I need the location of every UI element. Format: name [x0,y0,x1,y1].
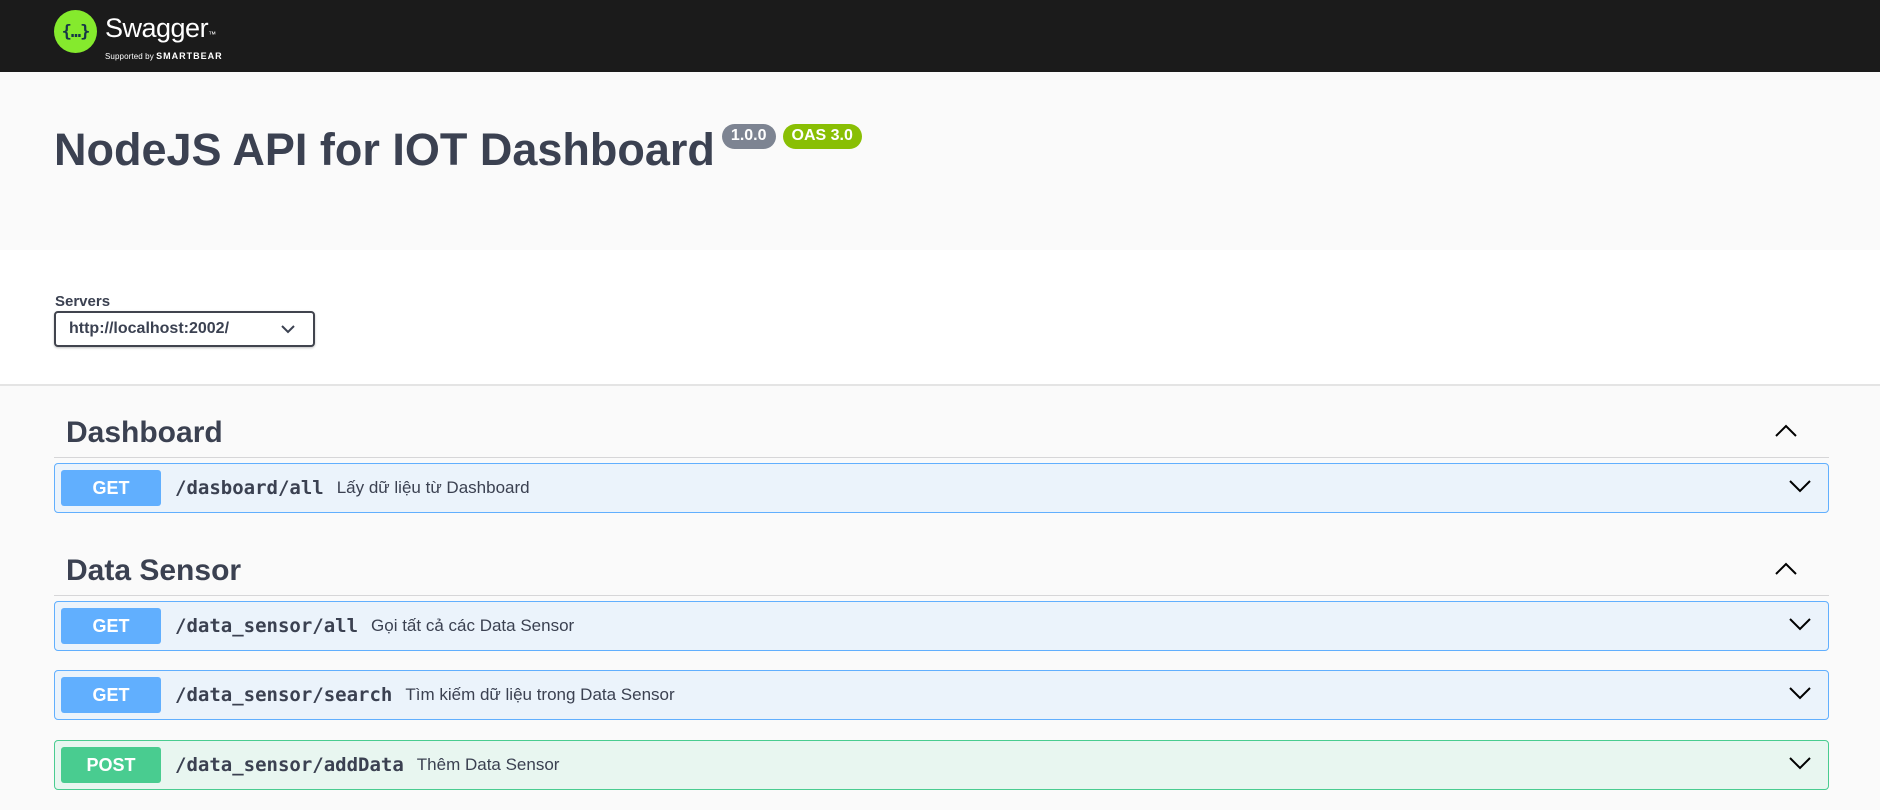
operation-get-dasboard-all[interactable]: GET /dasboard/all Lấy dữ liệu từ Dashboa… [54,463,1829,513]
tag-data-sensor[interactable]: Data Sensor [54,544,1829,596]
operation-summary: Lấy dữ liệu từ Dashboard [336,478,530,497]
servers-label: Servers [55,293,111,310]
chevron-down-icon [281,325,295,334]
tag-title: Dashboard [66,416,223,449]
operation-summary: Tìm kiếm dữ liệu trong Data Sensor [405,685,675,704]
operation-get-data-sensor-all[interactable]: GET /data_sensor/all Gọi tất cả các Data… [54,601,1829,651]
server-select[interactable]: http://localhost:2002/ [54,311,315,347]
chevron-up-icon[interactable] [1774,424,1798,438]
logo-tm: ™ [208,30,216,39]
operation-path: /dasboard/all [175,477,324,499]
chevron-down-icon[interactable] [1788,617,1812,631]
topbar: {…} Swagger™ Supported by SMARTBEAR [0,0,1880,72]
server-select-value: http://localhost:2002/ [69,320,230,337]
chevron-up-icon[interactable] [1774,562,1798,576]
swagger-logo-icon: {…} [54,10,97,53]
method-badge: GET [61,677,161,713]
operation-path: /data_sensor/all [175,615,359,637]
logo-sub-brand: SMARTBEAR [156,51,223,61]
tag-dashboard[interactable]: Dashboard [54,406,1829,458]
logo-glyph: {…} [61,21,91,42]
method-badge: GET [61,470,161,506]
operation-post-data-sensor-adddata[interactable]: POST /data_sensor/addData Thêm Data Sens… [54,740,1829,790]
oas-badge: OAS 3.0 [782,124,862,149]
operation-summary: Gọi tất cả các Data Sensor [371,616,575,635]
info-section: NodeJS API for IOT Dashboard 1.0.0 OAS 3… [0,72,1880,250]
api-title: NodeJS API for IOT Dashboard [54,124,715,175]
chevron-down-icon[interactable] [1788,756,1812,770]
method-badge: GET [61,608,161,644]
operation-path: /data_sensor/search [175,684,393,706]
operation-summary: Thêm Data Sensor [416,755,560,774]
operations-section: Dashboard GET /dasboard/all Lấy dữ liệu … [0,386,1880,810]
logo-name: Swagger [105,13,209,43]
logo-sub-prefix: Supported by [105,52,154,61]
chevron-down-icon[interactable] [1788,479,1812,493]
version-badge: 1.0.0 [721,124,776,149]
chevron-down-icon[interactable] [1788,686,1812,700]
tag-title: Data Sensor [66,554,242,587]
method-badge: POST [61,747,161,783]
swagger-logo[interactable]: {…} Swagger™ Supported by SMARTBEAR [54,10,223,61]
operation-get-data-sensor-search[interactable]: GET /data_sensor/search Tìm kiếm dữ liệu… [54,670,1829,720]
servers-section: Servers http://localhost:2002/ [0,250,1880,386]
operation-path: /data_sensor/addData [175,754,404,776]
